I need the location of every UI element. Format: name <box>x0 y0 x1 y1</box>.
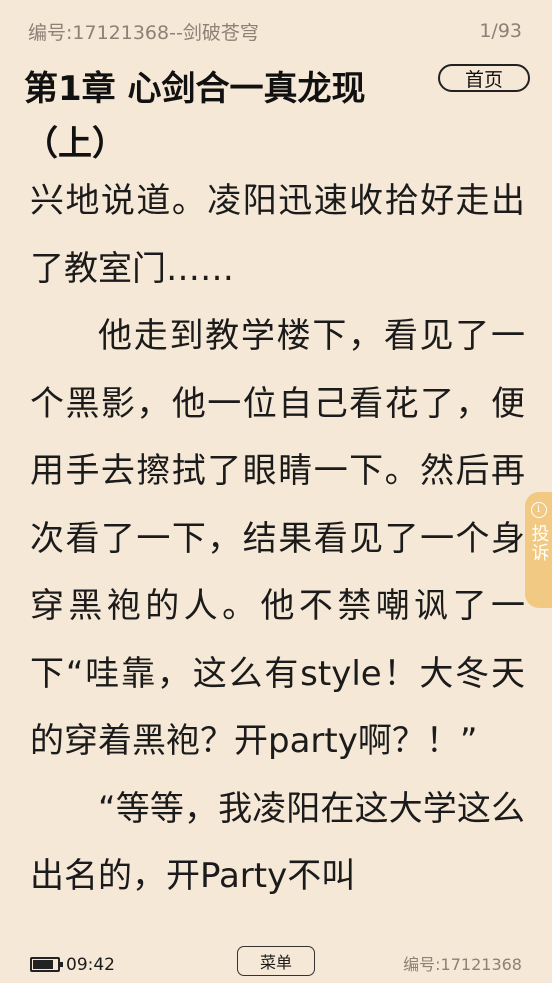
battery-fill <box>33 960 54 969</box>
home-button[interactable]: 首页 <box>438 64 530 92</box>
menu-button[interactable]: 菜单 <box>237 946 315 976</box>
content-paragraph: “等等，我凌阳在这大学这么出名的，开Party不叫 <box>30 788 525 897</box>
top-status-bar: 编号:17121368--剑破苍穹 1/93 <box>28 18 522 44</box>
battery-icon <box>30 957 63 972</box>
book-info: 编号:17121368--剑破苍穹 <box>28 21 259 44</box>
reading-content: 兴地说道。凌阳迅速收拾好走出了教室门…… 他走到教学楼下，看见了一个黑影，他一位… <box>30 168 525 938</box>
info-icon: i <box>530 502 547 518</box>
content-paragraph: 他走到教学楼下，看见了一个黑影，他一位自己看花了，便用手去擦拭了眼睛一下。然后再… <box>30 316 525 761</box>
chapter-title: 第1章 心剑合一真龙现（上） <box>24 69 366 164</box>
content-paragraph: 兴地说道。凌阳迅速收拾好走出了教室门…… <box>30 181 525 289</box>
bottom-bar: 09:42 菜单 编号:17121368 <box>0 940 552 983</box>
footer-book-id: 编号:17121368 <box>403 955 522 974</box>
page-indicator: 1/93 <box>479 20 522 42</box>
clock: 09:42 <box>66 955 115 975</box>
complaint-button[interactable]: i 投诉 <box>525 492 552 608</box>
complaint-label: 投诉 <box>528 524 550 562</box>
